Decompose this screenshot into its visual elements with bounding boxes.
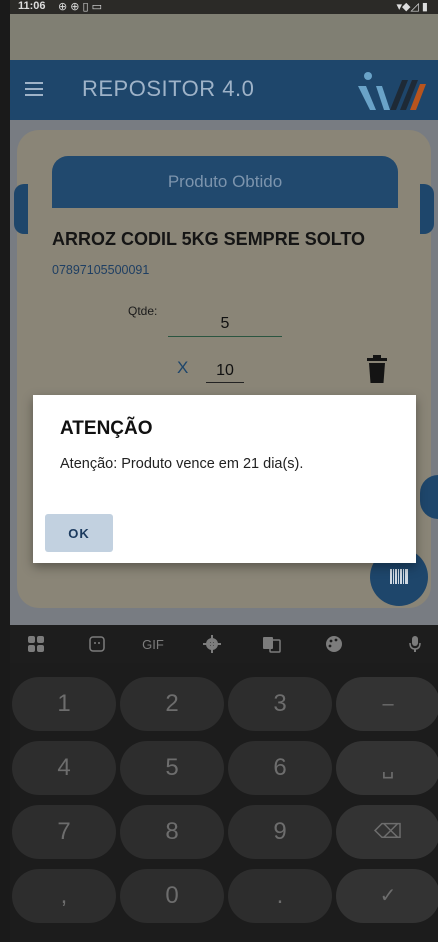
backspace-key[interactable]: ⌫	[336, 805, 438, 859]
qtde-input[interactable]: 5	[168, 312, 282, 337]
translate-icon[interactable]	[262, 635, 282, 655]
status-notification-icons: ⊕ ⊕ ▯ ▭	[58, 1, 103, 13]
barcode-icon	[390, 569, 408, 584]
key-minus[interactable]: –	[336, 677, 438, 731]
key-0[interactable]: 0	[120, 869, 224, 923]
alert-dialog: ATENÇÃO Atenção: Produto vence em 21 dia…	[33, 395, 416, 563]
phone-screen: 11:06 ⊕ ⊕ ▯ ▭ ▾◆◿ ▮ REPOSITOR 4.0 Produt…	[10, 0, 438, 942]
key-period[interactable]: .	[228, 869, 332, 923]
key-1[interactable]: 1	[12, 677, 116, 731]
gear-icon[interactable]	[202, 635, 222, 655]
ok-button[interactable]: OK	[45, 514, 113, 552]
apps-icon[interactable]	[26, 635, 46, 655]
app-title: REPOSITOR 4.0	[82, 76, 255, 101]
key-space[interactable]: ␣	[336, 741, 438, 795]
gif-button[interactable]: GIF	[138, 635, 168, 655]
keyboard-toolbar: GIF	[10, 625, 438, 663]
multiplier-input[interactable]: 10	[206, 360, 244, 383]
mic-icon[interactable]	[405, 635, 425, 655]
menu-icon[interactable]	[24, 78, 46, 100]
dialog-title: ATENÇÃO	[60, 418, 153, 439]
key-2[interactable]: 2	[120, 677, 224, 731]
status-bar: 11:06 ⊕ ⊕ ▯ ▭ ▾◆◿ ▮	[10, 0, 438, 14]
product-name: ARROZ CODIL 5KG SEMPRE SOLTO	[52, 229, 366, 249]
previous-tab[interactable]	[14, 184, 28, 234]
trash-icon[interactable]	[366, 354, 388, 384]
qtde-label: Qtde:	[128, 304, 158, 318]
palette-icon[interactable]	[324, 635, 344, 655]
status-time: 11:06	[18, 0, 46, 12]
key-5[interactable]: 5	[120, 741, 224, 795]
product-barcode: 07897105500091	[52, 263, 150, 277]
dialog-message: Atenção: Produto vence em 21 dia(s).	[60, 456, 304, 472]
key-3[interactable]: 3	[228, 677, 332, 731]
enter-key[interactable]: ✓	[336, 869, 438, 923]
key-4[interactable]: 4	[12, 741, 116, 795]
times-symbol: X	[177, 358, 189, 377]
key-6[interactable]: 6	[228, 741, 332, 795]
key-8[interactable]: 8	[120, 805, 224, 859]
numeric-keyboard: 1 2 3 – 4 5 6 ␣ 7 8 9 ⌫ , 0 . ✓	[10, 663, 438, 942]
status-system-icons: ▾◆◿ ▮	[396, 1, 428, 13]
next-tab[interactable]	[420, 184, 434, 234]
app-bar: REPOSITOR 4.0	[10, 60, 438, 120]
key-7[interactable]: 7	[12, 805, 116, 859]
card-header: Produto Obtido	[52, 156, 398, 208]
top-band	[10, 14, 438, 60]
key-9[interactable]: 9	[228, 805, 332, 859]
sticker-icon[interactable]	[87, 635, 107, 655]
brand-logo-icon	[354, 66, 428, 116]
key-comma[interactable]: ,	[12, 869, 116, 923]
